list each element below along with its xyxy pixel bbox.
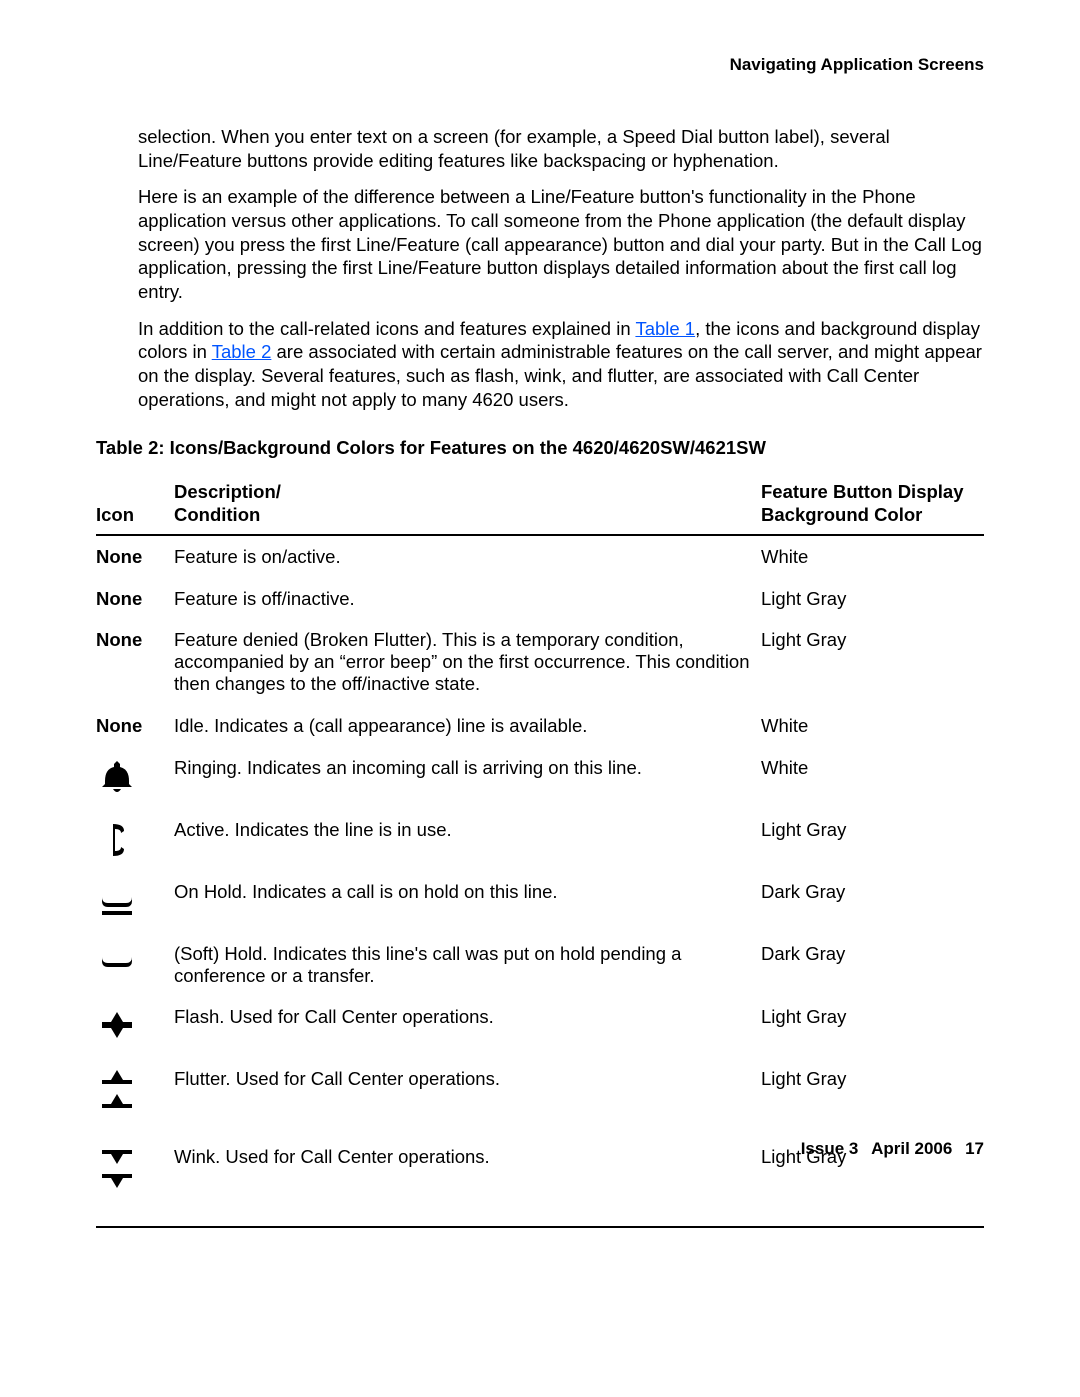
th-color: Feature Button Display Background Color — [761, 481, 984, 534]
th-desc: Description/ Condition — [174, 481, 761, 534]
paragraph-1: selection. When you enter text on a scre… — [138, 125, 984, 172]
desc-cell: Active. Indicates the line is in use. — [174, 809, 761, 871]
color-cell: Light Gray — [761, 619, 984, 704]
color-cell: Light Gray — [761, 1058, 984, 1136]
flash-icon — [96, 1006, 166, 1048]
icon-none-label: None — [96, 546, 142, 567]
icon-cell: None — [96, 578, 174, 620]
desc-cell: On Hold. Indicates a call is on hold on … — [174, 871, 761, 933]
table-caption: Table 2: Icons/Background Colors for Fea… — [96, 437, 984, 459]
desc-cell: Flutter. Used for Call Center operations… — [174, 1058, 761, 1136]
icons-table: Icon Description/ Condition Feature Butt… — [96, 481, 984, 1228]
p3-a: In addition to the call-related icons an… — [138, 318, 635, 339]
color-cell: Light Gray — [761, 809, 984, 871]
table-row: Active. Indicates the line is in use.Lig… — [96, 809, 984, 871]
header-title: Navigating Application Screens — [730, 55, 984, 74]
icon-cell — [96, 871, 174, 933]
icon-none-label: None — [96, 629, 142, 650]
desc-cell: Ringing. Indicates an incoming call is a… — [174, 747, 761, 809]
table-row: On Hold. Indicates a call is on hold on … — [96, 871, 984, 933]
th-icon: Icon — [96, 481, 174, 534]
table-row: None Idle. Indicates a (call appearance) … — [96, 705, 984, 747]
footer-issue: Issue 3 — [801, 1139, 859, 1158]
softhold-icon — [96, 943, 166, 985]
icon-cell — [96, 1058, 174, 1136]
color-cell: Light Gray — [761, 578, 984, 620]
flutter-icon — [96, 1068, 166, 1126]
footer-page: 17 — [965, 1139, 984, 1158]
desc-cell: Idle. Indicates a (call appearance) line… — [174, 705, 761, 747]
table-row: (Soft) Hold. Indicates this line's call … — [96, 933, 984, 997]
holdbar-icon — [96, 881, 166, 923]
link-table-1[interactable]: Table 1 — [635, 318, 695, 339]
icon-cell: None — [96, 619, 174, 704]
body-text: selection. When you enter text on a scre… — [138, 125, 984, 411]
desc-cell: Flash. Used for Call Center operations. — [174, 996, 761, 1058]
icon-cell: None — [96, 705, 174, 747]
color-cell: White — [761, 535, 984, 578]
table-row: None Feature denied (Broken Flutter). Thi… — [96, 619, 984, 704]
desc-cell: (Soft) Hold. Indicates this line's call … — [174, 933, 761, 997]
table-row: Ringing. Indicates an incoming call is a… — [96, 747, 984, 809]
handset-icon — [96, 819, 166, 861]
bell-icon — [96, 757, 166, 799]
color-cell: Light Gray — [761, 996, 984, 1058]
page-header: Navigating Application Screens — [96, 55, 984, 75]
paragraph-3: In addition to the call-related icons an… — [138, 317, 984, 412]
desc-cell: Feature denied (Broken Flutter). This is… — [174, 619, 761, 704]
icon-cell — [96, 933, 174, 997]
footer-date: April 2006 — [871, 1139, 952, 1158]
desc-cell: Feature is off/inactive. — [174, 578, 761, 620]
table-row: None Feature is off/inactive.Light Gray — [96, 578, 984, 620]
paragraph-2: Here is an example of the difference bet… — [138, 185, 984, 303]
icon-cell — [96, 1136, 174, 1227]
color-cell: White — [761, 747, 984, 809]
desc-cell: Wink. Used for Call Center operations. — [174, 1136, 761, 1227]
icon-cell — [96, 809, 174, 871]
color-cell: Dark Gray — [761, 933, 984, 997]
icon-none-label: None — [96, 715, 142, 736]
page-footer: Issue 3 April 2006 17 — [793, 1139, 984, 1159]
table-row: Flutter. Used for Call Center operations… — [96, 1058, 984, 1136]
icon-cell — [96, 996, 174, 1058]
color-cell: White — [761, 705, 984, 747]
icon-cell — [96, 747, 174, 809]
color-cell: Dark Gray — [761, 871, 984, 933]
wink-icon — [96, 1146, 166, 1204]
icon-cell: None — [96, 535, 174, 578]
icon-none-label: None — [96, 588, 142, 609]
desc-cell: Feature is on/active. — [174, 535, 761, 578]
table-row: None Feature is on/active.White — [96, 535, 984, 578]
table-row: Flash. Used for Call Center operations.L… — [96, 996, 984, 1058]
link-table-2[interactable]: Table 2 — [212, 341, 272, 362]
